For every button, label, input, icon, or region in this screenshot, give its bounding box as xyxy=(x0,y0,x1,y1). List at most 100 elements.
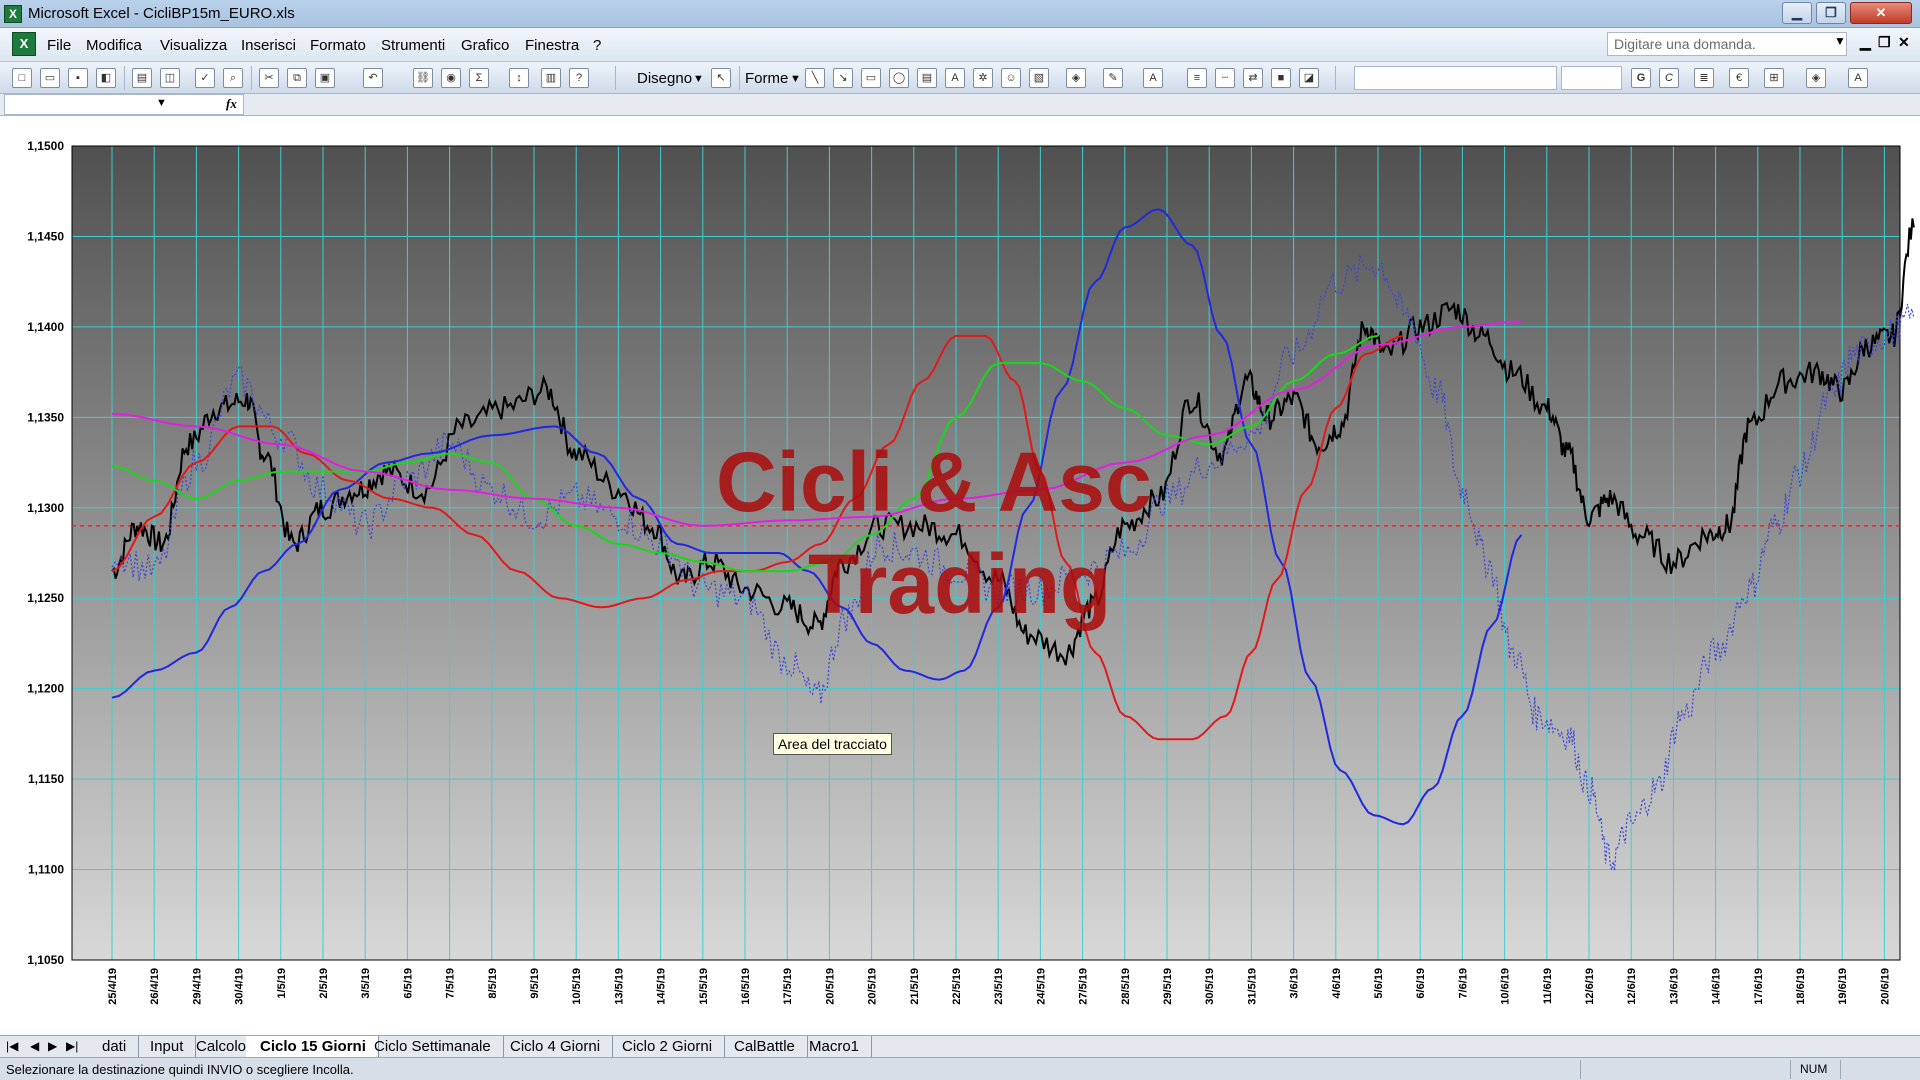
last-sheet-icon[interactable]: ▶| xyxy=(66,1039,78,1053)
font-color-icon[interactable]: A xyxy=(1848,68,1868,88)
fill-color-icon[interactable]: ◈ xyxy=(1066,68,1086,88)
doc-close-button[interactable]: ✕ xyxy=(1898,34,1910,51)
help-icon[interactable]: ? xyxy=(569,68,589,88)
close-button[interactable]: ✕ xyxy=(1850,2,1912,24)
permission-icon[interactable]: ◧ xyxy=(96,68,116,88)
shapes-menu-button[interactable]: Forme xyxy=(745,70,788,87)
toolbar: □ ▭ ▪ ◧ ▤ ◫ ✓ ⌕ ✂ ⧉ ▣ ↶ ⛓ ◉ Σ ↕ ▥ ? Dise… xyxy=(0,62,1920,94)
doc-minimize-button[interactable]: ▁ xyxy=(1860,34,1871,51)
help-question-input[interactable]: Digitare una domanda. xyxy=(1607,32,1847,56)
x-tick-label: 31/5/19 xyxy=(1246,968,1258,1005)
italic-button[interactable]: C xyxy=(1659,68,1679,88)
name-box[interactable] xyxy=(4,94,244,115)
oval-icon[interactable]: ◯ xyxy=(889,68,909,88)
menu-bar: X File Modifica Visualizza Inserisci For… xyxy=(0,28,1920,62)
align-icon[interactable]: ≣ xyxy=(1694,68,1714,88)
menu-help[interactable]: ? xyxy=(593,37,601,54)
chevron-down-icon[interactable]: ▼ xyxy=(693,73,704,85)
hyperlink-icon[interactable]: ⛓ xyxy=(413,68,433,88)
save-icon[interactable]: ▪ xyxy=(68,68,88,88)
undo-icon[interactable]: ↶ xyxy=(363,68,383,88)
sheet-tab[interactable]: dati xyxy=(88,1036,140,1058)
chevron-down-icon[interactable]: ▼ xyxy=(156,97,167,109)
draw-menu-button[interactable]: Disegno xyxy=(637,70,692,87)
cut-icon[interactable]: ✂ xyxy=(259,68,279,88)
picture-icon[interactable]: ▧ xyxy=(1029,68,1049,88)
status-message: Selezionare la destinazione quindi INVIO… xyxy=(6,1062,354,1077)
menu-formato[interactable]: Formato xyxy=(310,37,366,54)
title-bar: X Microsoft Excel - CicliBP15m_EURO.xls … xyxy=(0,0,1920,28)
font-name-combo[interactable] xyxy=(1354,66,1557,90)
sheet-tab[interactable]: Ciclo 4 Giorni xyxy=(496,1036,614,1058)
sort-icon[interactable]: ↕ xyxy=(509,68,529,88)
x-tick-label: 1/5/19 xyxy=(276,968,288,999)
select-arrow-icon[interactable]: ↖ xyxy=(711,68,731,88)
status-panel xyxy=(1790,1060,1791,1079)
workbook-icon[interactable]: X xyxy=(12,32,36,56)
3d-icon[interactable]: ◪ xyxy=(1299,68,1319,88)
menu-inserisci[interactable]: Inserisci xyxy=(241,37,296,54)
font-size-combo[interactable] xyxy=(1561,66,1622,90)
spelling-icon[interactable]: ✓ xyxy=(195,68,215,88)
font-color-icon[interactable]: A xyxy=(1143,68,1163,88)
wordart-icon[interactable]: A xyxy=(945,68,965,88)
diagram-icon[interactable]: ✲ xyxy=(973,68,993,88)
sheet-tab[interactable]: Ciclo 2 Giorni xyxy=(608,1036,726,1058)
print-preview-icon[interactable]: ◫ xyxy=(160,68,180,88)
menu-finestra[interactable]: Finestra xyxy=(525,37,579,54)
dash-style-icon[interactable]: ┄ xyxy=(1215,68,1235,88)
menu-grafico[interactable]: Grafico xyxy=(461,37,509,54)
sheet-tab[interactable]: Ciclo 15 Giorni xyxy=(246,1036,379,1058)
copy-icon[interactable]: ⧉ xyxy=(287,68,307,88)
maximize-button[interactable]: ❐ xyxy=(1816,2,1846,24)
menu-strumenti[interactable]: Strumenti xyxy=(381,37,445,54)
prev-sheet-icon[interactable]: ◀ xyxy=(30,1039,39,1053)
x-tick-label: 2/5/19 xyxy=(318,968,330,999)
sheet-tab[interactable]: Ciclo Settimanale xyxy=(360,1036,504,1058)
bold-button[interactable]: G xyxy=(1631,68,1651,88)
y-tick-label: 1,1250 xyxy=(27,591,64,605)
arrow-icon[interactable]: ↘ xyxy=(833,68,853,88)
x-tick-label: 12/6/19 xyxy=(1584,968,1596,1005)
autosum-icon[interactable]: Σ xyxy=(469,68,489,88)
sheet-tab[interactable]: Macro1 xyxy=(795,1036,873,1058)
fill-color-icon[interactable]: ◈ xyxy=(1806,68,1826,88)
print-icon[interactable]: ▤ xyxy=(132,68,152,88)
research-icon[interactable]: ⌕ xyxy=(223,68,243,88)
menu-visualizza[interactable]: Visualizza xyxy=(160,37,227,54)
x-tick-label: 29/5/19 xyxy=(1162,968,1174,1005)
doc-restore-button[interactable]: ❐ xyxy=(1878,34,1891,51)
clipart-icon[interactable]: ☺ xyxy=(1001,68,1021,88)
borders-icon[interactable]: ⊞ xyxy=(1764,68,1784,88)
next-sheet-icon[interactable]: ▶ xyxy=(48,1039,57,1053)
toolbar-separator xyxy=(124,66,125,90)
x-tick-label: 30/4/19 xyxy=(234,968,246,1005)
formula-bar: ▼ fx xyxy=(0,94,1920,116)
line-style-icon[interactable]: ≡ xyxy=(1187,68,1207,88)
new-file-icon[interactable]: □ xyxy=(12,68,32,88)
minimize-button[interactable]: ▁ xyxy=(1782,2,1812,24)
excel-app-icon[interactable]: X xyxy=(4,5,22,23)
shadow-icon[interactable]: ■ xyxy=(1271,68,1291,88)
chevron-down-icon[interactable]: ▼ xyxy=(790,73,801,85)
first-sheet-icon[interactable]: |◀ xyxy=(6,1039,18,1053)
x-tick-label: 3/5/19 xyxy=(360,968,372,999)
line-icon[interactable]: ╲ xyxy=(805,68,825,88)
rectangle-icon[interactable]: ▭ xyxy=(861,68,881,88)
x-tick-label: 21/5/19 xyxy=(909,968,921,1005)
paste-icon[interactable]: ▣ xyxy=(315,68,335,88)
y-tick-label: 1,1150 xyxy=(28,772,64,786)
x-tick-label: 17/6/19 xyxy=(1753,968,1765,1005)
paste-special-icon[interactable]: ◉ xyxy=(441,68,461,88)
menu-modifica[interactable]: Modifica xyxy=(86,37,142,54)
line-color-icon[interactable]: ✎ xyxy=(1103,68,1123,88)
textbox-icon[interactable]: ▤ xyxy=(917,68,937,88)
x-tick-label: 7/6/19 xyxy=(1457,968,1469,999)
euro-button[interactable]: € xyxy=(1729,68,1749,88)
insert-function-icon[interactable]: fx xyxy=(226,96,237,112)
menu-file[interactable]: File xyxy=(47,37,71,54)
open-folder-icon[interactable]: ▭ xyxy=(40,68,60,88)
arrow-style-icon[interactable]: ⇄ xyxy=(1243,68,1263,88)
chevron-down-icon[interactable]: ▼ xyxy=(1834,34,1846,48)
chart-wizard-icon[interactable]: ▥ xyxy=(541,68,561,88)
